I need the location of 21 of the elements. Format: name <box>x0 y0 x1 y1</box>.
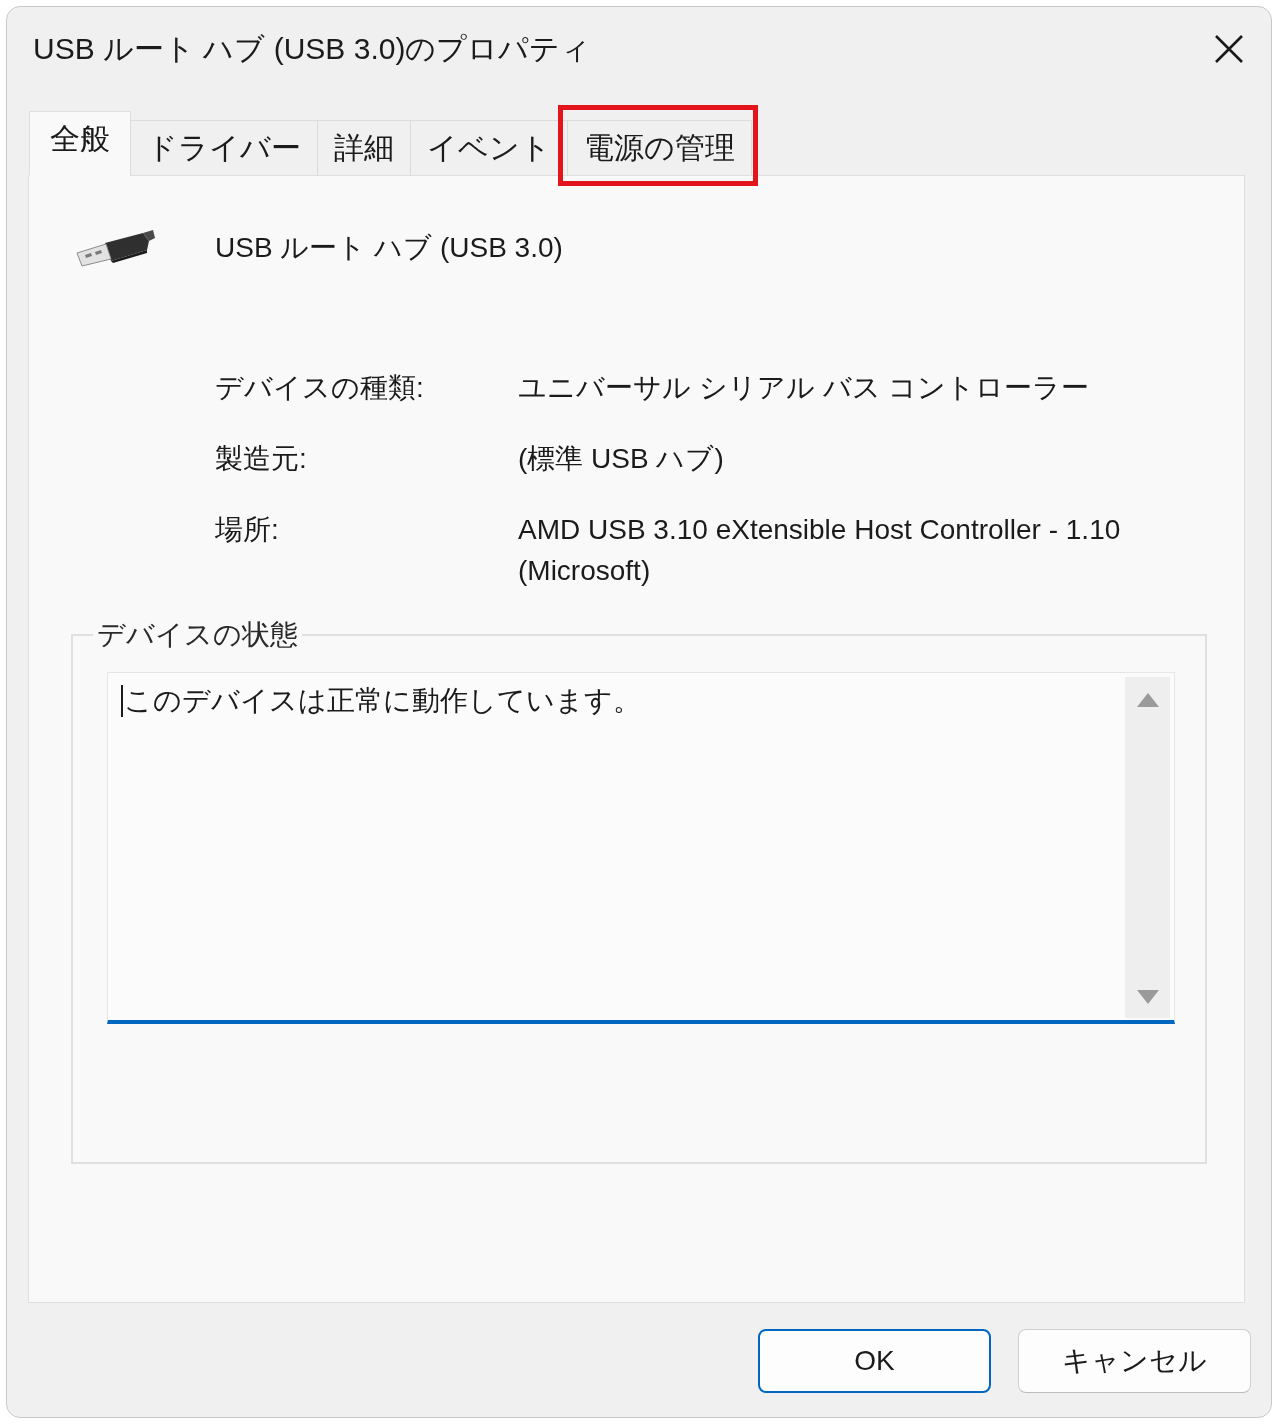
close-icon <box>1215 34 1243 63</box>
cancel-button[interactable]: キャンセル <box>1018 1329 1251 1393</box>
status-text-box[interactable]: このデバイスは正常に動作しています。 <box>107 672 1175 1024</box>
property-value: AMD USB 3.10 eXtensible Host Controller - 1.10 (Microsoft) <box>518 513 1122 588</box>
ok-button[interactable]: OK <box>758 1329 991 1393</box>
property-label: 製造元: <box>215 442 307 476</box>
group-title: デバイスの状態 <box>96 618 299 652</box>
property-value: (標準 USB ハブ) <box>518 442 724 476</box>
window-title: USB ルート ハブ (USB 3.0)のプロパティ <box>33 30 592 67</box>
tab[interactable]: 全般 <box>29 111 131 176</box>
scroll-bar[interactable] <box>1125 677 1170 1018</box>
scroll-down-arrow-icon[interactable] <box>1136 990 1159 1004</box>
device-name: USB ルート ハブ (USB 3.0) <box>215 231 563 265</box>
property-value: ユニバーサル シリアル バス コントローラー <box>518 371 1090 405</box>
tab[interactable]: 電源の管理 <box>567 120 752 176</box>
usb-plug-icon <box>75 228 155 268</box>
tab[interactable]: ドライバー <box>130 120 318 176</box>
property-label: 場所: <box>215 513 279 547</box>
scroll-up-arrow-icon[interactable] <box>1136 693 1159 707</box>
property-label: デバイスの種類: <box>215 371 424 405</box>
text-cursor <box>121 685 123 717</box>
